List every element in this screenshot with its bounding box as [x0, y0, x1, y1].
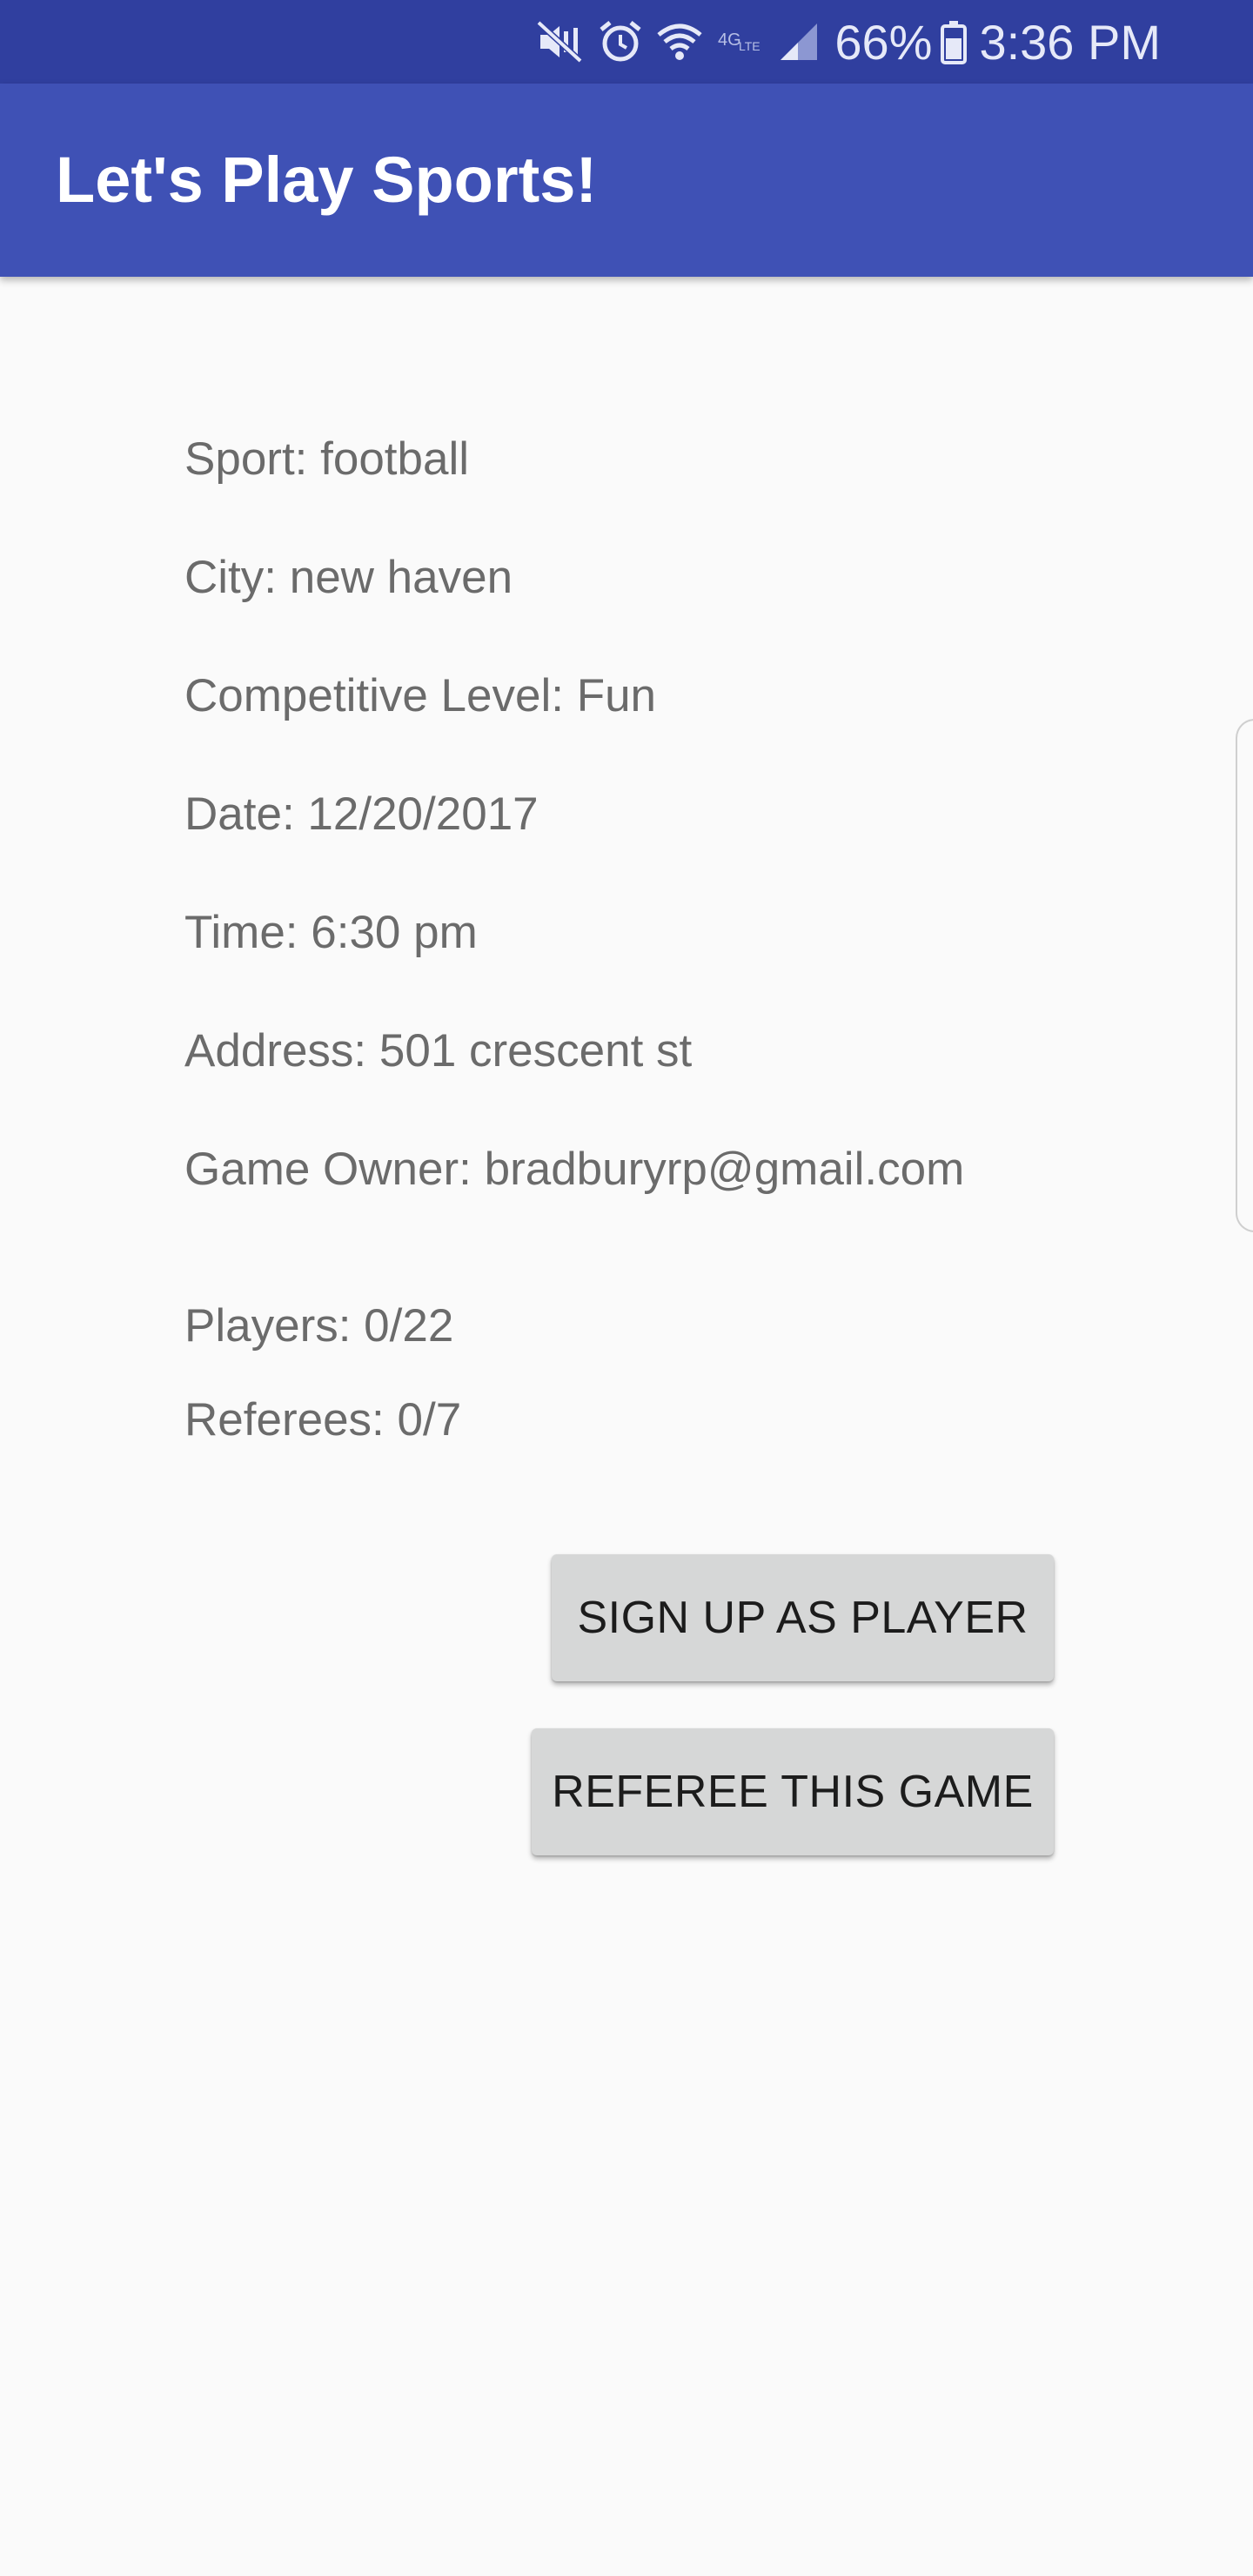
sport-label: Sport: football	[184, 433, 470, 485]
time-label: Time: 6:30 pm	[184, 907, 478, 958]
address-label: Address: 501 crescent st	[184, 1025, 693, 1077]
battery-percent: 66%	[834, 14, 933, 70]
alarm-icon	[598, 19, 643, 64]
app-bar: Let's Play Sports!	[0, 84, 1253, 277]
signal-icon	[777, 20, 821, 64]
edge-panel-handle[interactable]	[1236, 719, 1253, 1232]
svg-text:4G: 4G	[718, 30, 741, 50]
app-title: Let's Play Sports!	[56, 144, 598, 216]
referees-count-label: Referees: 0/7	[184, 1394, 462, 1446]
svg-text:LTE: LTE	[739, 39, 761, 53]
date-label: Date: 12/20/2017	[184, 788, 539, 840]
clock: 3:36 PM	[979, 14, 1161, 70]
status-bar: 4G LTE 66% 3:36 PM	[0, 0, 1253, 84]
screen: 4G LTE 66% 3:36 PM Let's Play Sports! Sp…	[0, 0, 1253, 2576]
status-icons: 4G LTE 66% 3:36 PM	[523, 0, 1161, 84]
players-count-label: Players: 0/22	[184, 1300, 454, 1352]
city-label: City: new haven	[184, 552, 513, 603]
mute-vibrate-icon	[535, 19, 586, 64]
referee-this-game-button[interactable]: REFEREE THIS GAME	[532, 1728, 1054, 1855]
game-owner-label: Game Owner: bradburyrp@gmail.com	[184, 1144, 965, 1195]
sign-up-as-player-button[interactable]: SIGN UP AS PLAYER	[552, 1554, 1054, 1681]
lte-icon: 4G LTE	[716, 24, 765, 59]
battery-icon	[941, 19, 968, 64]
competitive-level-label: Competitive Level: Fun	[184, 670, 657, 721]
wifi-icon	[655, 19, 704, 64]
